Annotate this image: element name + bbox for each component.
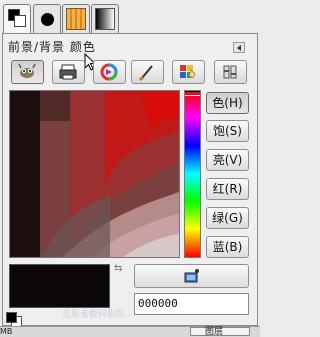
foreground-mini-swatch[interactable] — [6, 312, 17, 323]
scales-selector-button[interactable] — [214, 60, 247, 84]
swap-colors-icon[interactable]: ⇆ — [114, 263, 128, 275]
channel-blue-button[interactable]: 蓝(B) — [206, 236, 249, 258]
hue-slider-strip[interactable] — [184, 90, 201, 258]
brush-icon — [138, 65, 153, 82]
gradient-icon — [95, 8, 115, 30]
pattern-icon — [66, 8, 86, 30]
eyedropper-icon — [184, 269, 199, 283]
watercolor-selector-button[interactable] — [131, 60, 164, 84]
hue-slider-marker[interactable] — [185, 91, 200, 96]
bottom-left-text: MB — [0, 327, 13, 336]
dialog-title: 前景/背景 颜色 — [8, 40, 96, 54]
wilber-icon — [18, 63, 36, 78]
channel-hue-button[interactable]: 色(H) — [206, 92, 249, 114]
layers-tab[interactable]: 图层 — [190, 327, 250, 337]
gimp-selector-button[interactable] — [11, 60, 44, 84]
brush-tab[interactable] — [33, 4, 61, 34]
brush-circle-icon — [41, 13, 54, 26]
channel-green-button[interactable]: 绿(G) — [206, 207, 249, 229]
foreground-color-box[interactable] — [9, 264, 110, 308]
tab-menu-button[interactable] — [233, 42, 245, 53]
pattern-tab[interactable] — [62, 4, 90, 34]
hex-color-input[interactable]: 000000 — [134, 293, 249, 315]
cmyk-selector-button[interactable] — [52, 60, 85, 84]
palette-icon — [180, 65, 196, 79]
saturation-value-area[interactable] — [9, 90, 180, 258]
printer-icon — [59, 64, 77, 80]
scales-icon — [223, 65, 237, 79]
channel-value-button[interactable]: 亮(V) — [206, 149, 249, 171]
palette-selector-button[interactable] — [172, 60, 205, 84]
channel-saturation-button[interactable]: 饱(S) — [206, 120, 249, 142]
color-wheel-icon — [100, 63, 118, 81]
color-picker-button[interactable] — [134, 264, 249, 288]
watermark-text: 志愿者数码影院 — [62, 310, 126, 320]
channel-red-button[interactable]: 红(R) — [206, 178, 249, 200]
fg-bg-tab[interactable] — [3, 4, 31, 34]
wheel-selector-button[interactable] — [93, 60, 126, 84]
gradient-tab[interactable] — [91, 4, 119, 34]
